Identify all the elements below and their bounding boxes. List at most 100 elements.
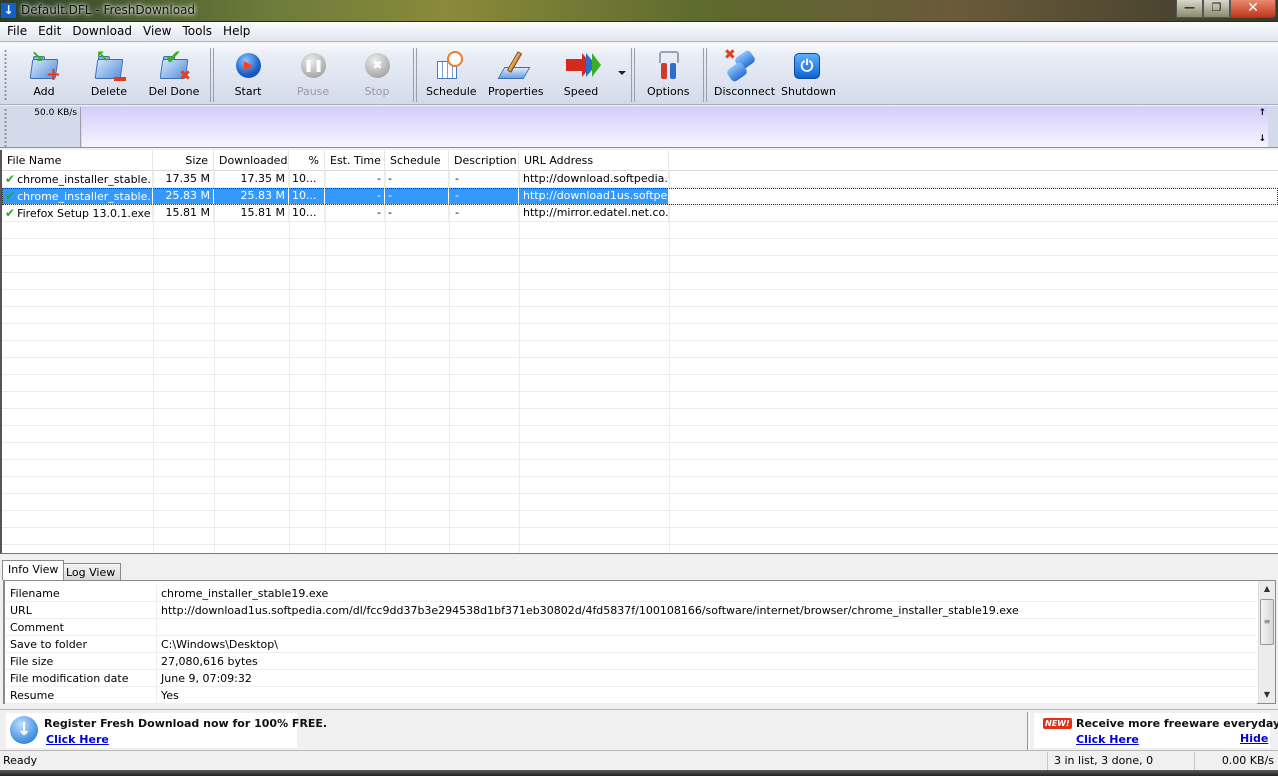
info-value: June 9, 07:09:32 (161, 672, 252, 685)
details-panel: Info View Log View Filename chrome_insta… (0, 555, 1278, 707)
cell-schedule: - (385, 188, 449, 204)
column-description[interactable]: Description (449, 150, 519, 171)
add-button[interactable]: ↘ + Add (22, 49, 66, 103)
info-row: URL http://download1us.softpedia.com/dl/… (5, 602, 1257, 619)
stop-icon: ✖ (360, 49, 394, 83)
download-arrow-icon: ↓ (10, 716, 38, 744)
disconnect-label: Disconnect (714, 85, 776, 98)
download-list: File Name Size Downloaded % Est. Time Sc… (0, 150, 1278, 554)
cell-downloaded: 15.81 M (214, 205, 289, 221)
del-done-icon: ✔ ✖ (157, 47, 191, 83)
info-value: chrome_installer_stable19.exe (161, 587, 329, 600)
properties-pencil-icon (497, 49, 532, 83)
taskbar (0, 770, 1278, 776)
column-downloaded[interactable]: Downloaded (214, 150, 289, 171)
cell-schedule: - (385, 205, 449, 221)
info-key: Comment (5, 619, 157, 635)
column-schedule[interactable]: Schedule (385, 150, 449, 171)
minimize-button[interactable]: — (1176, 0, 1203, 18)
register-click-here-link[interactable]: Click Here (46, 733, 109, 746)
status-speed: 0.00 KB/s (1221, 754, 1274, 767)
shutdown-button[interactable]: ⏻ Shutdown (781, 49, 836, 103)
cell-url: http://mirror.edatel.net.co... (519, 205, 669, 221)
scroll-down-icon[interactable]: ▼ (1259, 687, 1275, 703)
info-value (157, 619, 1257, 635)
column-est-time[interactable]: Est. Time (325, 150, 385, 171)
tab-log-view[interactable]: Log View (60, 563, 122, 580)
menu-edit[interactable]: Edit (33, 22, 67, 42)
disconnect-button[interactable]: ✖ Disconnect (714, 47, 776, 103)
speed-graph-max-label: 50.0 KB/s (10, 107, 81, 147)
cell-url: http://download1us.softpe... (519, 188, 669, 204)
speed-button[interactable]: Speed (560, 49, 602, 103)
info-row: File size 27,080,616 bytes (5, 653, 1257, 670)
hide-ad-link[interactable]: Hide (1240, 732, 1268, 745)
close-button[interactable]: ✕ (1230, 0, 1276, 18)
cell-size: 17.35 M (153, 171, 214, 187)
cell-est-time: - (325, 188, 385, 204)
info-key: File size (5, 653, 157, 669)
toolbar-separator (631, 48, 635, 102)
menu-help[interactable]: Help (218, 22, 256, 42)
toolbar-separator (413, 48, 417, 102)
start-button[interactable]: ▶ Start (228, 49, 268, 103)
toolbar-separator (703, 48, 707, 102)
start-icon: ▶ (231, 49, 265, 83)
info-row: Comment (5, 619, 1257, 636)
done-check-icon: ✔ (5, 206, 16, 220)
column-file-name[interactable]: File Name (2, 150, 153, 171)
table-row[interactable]: ✔ chrome_installer_stable... 25.83 M 25.8… (2, 188, 1278, 205)
new-badge: NEW! (1043, 718, 1072, 729)
menu-view[interactable]: View (138, 22, 177, 42)
graph-grip[interactable] (4, 108, 7, 148)
del-done-button[interactable]: ✔ ✖ Del Done (148, 47, 200, 103)
info-row: Resume Yes (5, 687, 1257, 704)
title-bar: ↓ Default.DFL - FreshDownload — ❐ ✕ (0, 0, 1278, 22)
info-scrollbar[interactable]: ▲ ≡ ▼ (1258, 581, 1275, 703)
info-key: URL (5, 602, 157, 618)
schedule-button[interactable]: Schedule (426, 49, 477, 103)
column-size[interactable]: Size (153, 150, 214, 171)
info-row: Save to folder C:\Windows\Desktop\ (5, 636, 1257, 653)
cell-size: 15.81 M (153, 205, 214, 221)
info-key: Save to folder (5, 636, 157, 652)
cell-file-name: ✔ chrome_installer_stable... (2, 171, 153, 187)
delete-label: Delete (90, 85, 128, 98)
scroll-up-icon[interactable]: ▲ (1259, 581, 1275, 597)
menu-file[interactable]: File (2, 22, 33, 42)
tab-info-view[interactable]: Info View (2, 560, 65, 580)
properties-button[interactable]: Properties (488, 49, 544, 103)
toolbar-grip[interactable] (4, 49, 7, 101)
stop-button[interactable]: ✖ Stop (357, 49, 397, 103)
menu-tools[interactable]: Tools (177, 22, 218, 42)
cell-size: 25.83 M (153, 188, 214, 204)
file-name: chrome_installer_stable... (17, 190, 153, 203)
column-percent[interactable]: % (289, 150, 325, 171)
pause-button[interactable]: ❚❚ Pause (293, 49, 333, 103)
restore-button[interactable]: ❐ (1203, 0, 1230, 18)
register-ad: ↓ Register Fresh Download now for 100% F… (6, 713, 327, 748)
cell-file-name: ✔ Firefox Setup 13.0.1.exe (2, 205, 153, 221)
freeware-ad-text: Receive more freeware everyday. (1076, 717, 1278, 730)
menu-download[interactable]: Download (67, 22, 138, 42)
graph-scale-down-icon[interactable]: ↓ (1258, 134, 1266, 144)
graph-scale-up-icon[interactable]: ↑ (1258, 108, 1266, 118)
info-key: Resume (5, 687, 157, 703)
table-row[interactable]: ✔ chrome_installer_stable... 17.35 M 17.3… (2, 171, 1278, 188)
status-text: Ready (3, 754, 38, 767)
table-row[interactable]: ✔ Firefox Setup 13.0.1.exe 15.81 M 15.81 … (2, 205, 1278, 222)
column-url-address[interactable]: URL Address (519, 150, 669, 171)
delete-folder-icon: ↖ (92, 49, 126, 83)
schedule-label: Schedule (426, 85, 477, 98)
speed-graph-bar: 50.0 KB/s ↑ ↓ (0, 106, 1278, 148)
options-button[interactable]: Options (647, 49, 689, 103)
cell-percent: 10... (289, 171, 325, 187)
freeware-click-here-link[interactable]: Click Here (1076, 733, 1139, 746)
done-check-icon: ✔ (5, 172, 16, 186)
cell-file-name: ✔ chrome_installer_stable... (2, 188, 153, 204)
speed-dropdown-arrow-icon[interactable] (618, 71, 626, 75)
delete-button[interactable]: ↖ Delete (87, 49, 131, 103)
scroll-thumb[interactable]: ≡ (1260, 599, 1274, 645)
calendar-clock-icon (433, 49, 467, 83)
toolbar: ↘ + Add ↖ Delete ✔ ✖ Del Done ▶ Start ❚❚ P… (0, 43, 1278, 105)
